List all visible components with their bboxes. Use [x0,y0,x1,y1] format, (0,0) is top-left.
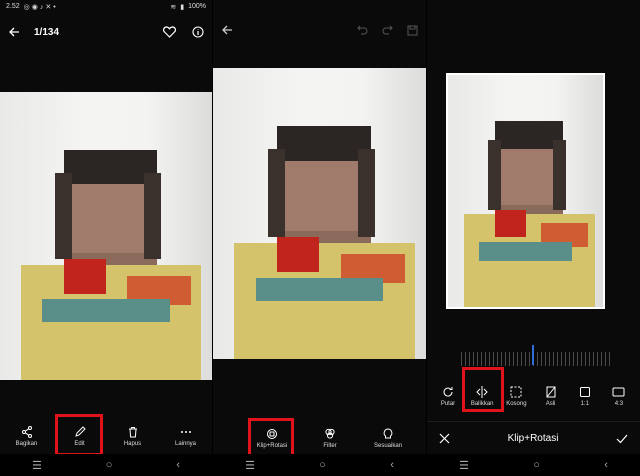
more-button[interactable]: Lainnya [163,426,209,447]
favorite-heart-icon[interactable] [163,26,176,38]
crop-tool-bar: Putar Balikkan Kosong Asli 1:1 4:3 [427,386,640,407]
photo-counter: 1/134 [34,26,60,38]
original-ratio-button[interactable]: Asli [536,386,566,407]
square-ratio-label: 1:1 [580,401,589,407]
free-crop-label: Kosong [506,401,527,407]
redo-icon[interactable] [382,25,393,36]
viewer-top-bar: 1/134 [0,20,212,44]
ratio-4-3-label: 4:3 [614,401,624,407]
back-nav-icon[interactable]: ‹ [176,459,180,471]
square-ratio-icon [579,386,591,398]
info-icon[interactable] [192,26,204,38]
back-nav-icon[interactable]: ‹ [604,459,608,471]
flip-highlight-box [462,367,504,412]
adjust-label: Sesuaikan [373,443,403,449]
android-nav-bar: ☰ ○ ‹ [427,454,640,476]
recents-icon[interactable]: ☰ [459,459,469,472]
filter-icon [324,428,336,440]
wifi-icon: ≋ [170,3,177,11]
recents-icon[interactable]: ☰ [32,459,42,472]
viewer-action-bar: Bagikan Edit Hapus Lainnya [0,426,212,447]
notification-icons: ◎◉♪✕• [23,3,58,11]
home-icon[interactable]: ○ [106,459,113,471]
share-button[interactable]: Bagikan [4,426,50,447]
rotate-icon [442,386,454,398]
ratio-4-3-button[interactable]: 4:3 [604,386,634,407]
trash-icon [127,426,139,438]
more-label: Lainnya [174,441,197,447]
back-arrow-icon[interactable] [8,26,20,38]
ratio-4-3-icon [612,386,625,398]
share-icon [21,426,33,438]
delete-button[interactable]: Hapus [110,426,156,447]
back-nav-icon[interactable]: ‹ [390,459,394,471]
crop-screen-title: Klip+Rotasi [507,432,559,444]
crop-frame[interactable] [446,73,605,309]
delete-label: Hapus [123,441,142,447]
home-icon[interactable]: ○ [319,459,326,471]
square-ratio-button[interactable]: 1:1 [570,386,600,407]
more-icon [180,426,192,438]
rotation-slider[interactable] [461,352,610,366]
editor-top-bar [213,18,426,42]
editor-tool-bar: Klip+Rotasi Filter Sesuaikan [213,428,426,449]
status-bar: 2.52 ◎◉♪✕• ≋ ▮ 100% [0,0,212,13]
filter-label: Filter [323,443,337,449]
free-crop-icon [510,386,522,398]
rotate-button[interactable]: Putar [433,386,463,407]
edit-highlight-box [55,414,103,456]
share-label: Bagikan [15,441,38,447]
cancel-close-icon[interactable] [439,433,450,444]
free-crop-button[interactable]: Kosong [501,386,531,407]
original-ratio-label: Asli [545,401,556,407]
save-icon[interactable] [407,25,418,36]
edit-photo-image [213,68,426,359]
filter-button[interactable]: Filter [307,428,353,449]
rotation-slider-indicator [532,345,534,365]
confirm-check-icon[interactable] [616,433,628,444]
android-nav-bar: ☰ ○ ‹ [0,454,212,476]
back-arrow-icon[interactable] [221,24,233,36]
rotate-label: Putar [440,401,456,407]
photo-editor-screen: Klip+Rotasi Filter Sesuaikan ☰ ○ ‹ [213,0,426,476]
battery-icon: ▮ [180,3,185,11]
android-nav-bar: ☰ ○ ‹ [213,454,426,476]
status-time: 2.52 [6,3,20,10]
crop-bottom-bar: Klip+Rotasi [427,428,640,448]
crop-rotate-screen: Putar Balikkan Kosong Asli 1:1 4:3 Klip+… [427,0,640,476]
undo-icon[interactable] [357,25,368,36]
recents-icon[interactable]: ☰ [245,459,255,472]
adjust-icon [382,428,394,440]
original-ratio-icon [545,386,557,398]
home-icon[interactable]: ○ [533,459,540,471]
photo-image[interactable] [0,92,212,380]
crop-divider [427,421,640,422]
adjust-button[interactable]: Sesuaikan [365,428,411,449]
status-battery: 100% [188,3,206,10]
gallery-viewer-screen: 2.52 ◎◉♪✕• ≋ ▮ 100% 1/134 Bagikan Edit H… [0,0,212,476]
